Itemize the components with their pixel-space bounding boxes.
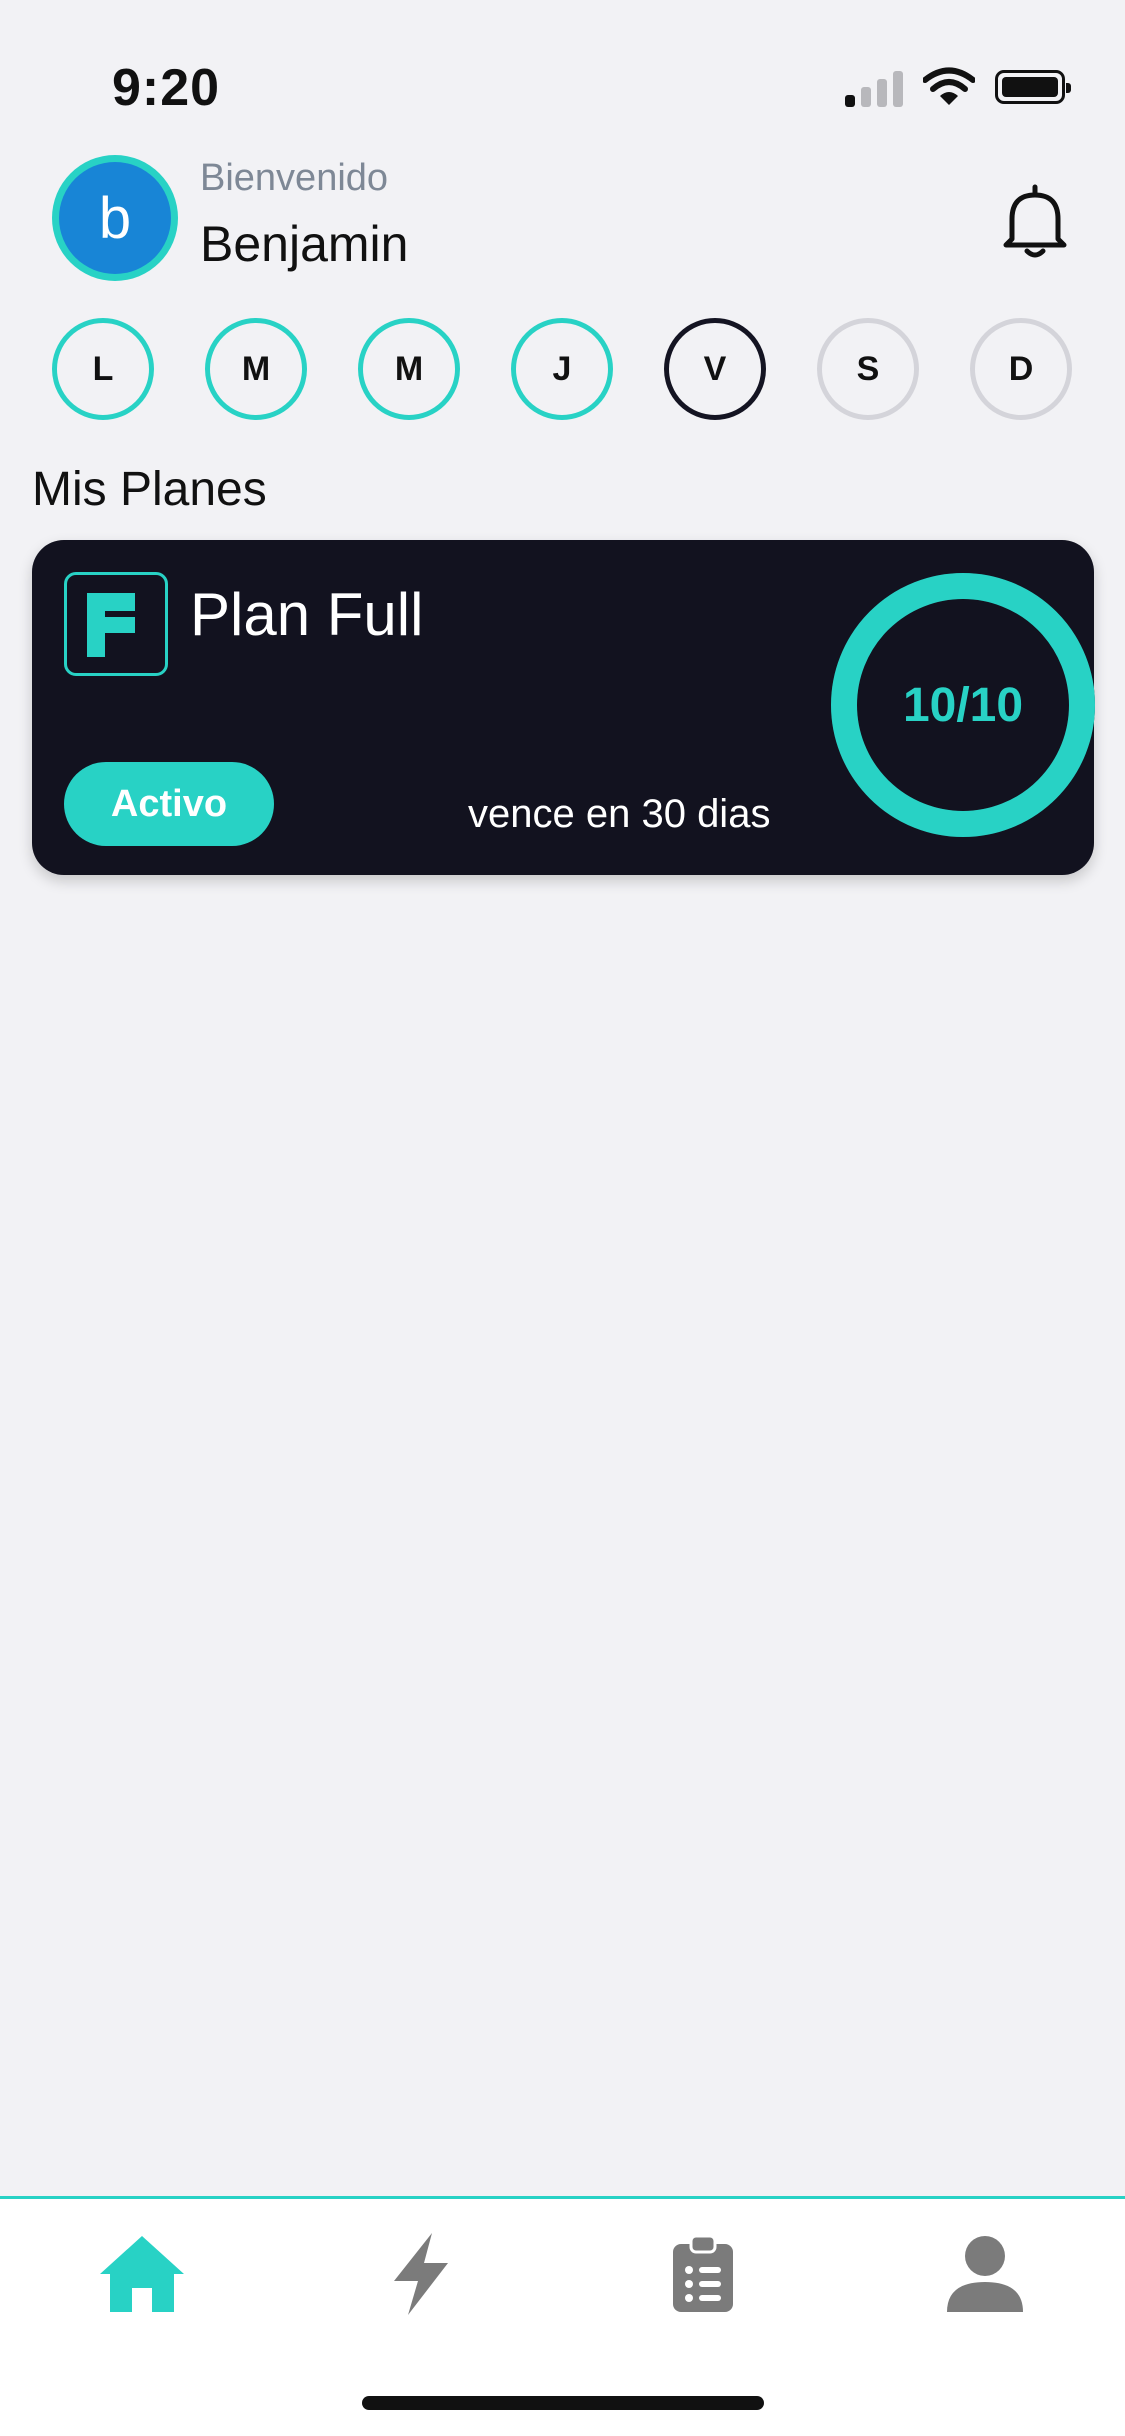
- plan-expiry: vence en 30 dias: [468, 792, 771, 836]
- tab-plans[interactable]: [643, 2219, 763, 2329]
- progress-label: 10/10: [902, 678, 1024, 732]
- plan-name: Plan Full: [190, 581, 424, 648]
- day-saturday[interactable]: S: [817, 318, 919, 420]
- status-icons: [845, 64, 1071, 110]
- status-bar: 9:20: [0, 0, 1125, 150]
- day-friday[interactable]: V: [664, 318, 766, 420]
- lightning-icon: [394, 2233, 448, 2315]
- user-icon: [947, 2236, 1023, 2312]
- home-icon: [100, 2236, 184, 2312]
- day-sunday[interactable]: D: [970, 318, 1072, 420]
- tab-profile[interactable]: [925, 2219, 1045, 2329]
- signal-icon: [845, 67, 903, 107]
- home-indicator: [362, 2396, 764, 2410]
- wifi-icon: [923, 67, 975, 105]
- day-thursday[interactable]: J: [511, 318, 613, 420]
- welcome-label: Bienvenido: [200, 157, 389, 199]
- status-time: 9:20: [112, 59, 221, 117]
- user-name: Benjamin: [200, 216, 409, 272]
- week-days: L M M J V S D: [52, 318, 1072, 420]
- welcome-header: b Bienvenido Benjamin: [52, 155, 1072, 285]
- tab-home[interactable]: [82, 2219, 202, 2329]
- day-monday[interactable]: L: [52, 318, 154, 420]
- battery-icon: [995, 70, 1071, 104]
- plan-card[interactable]: Plan Full Activo vence en 30 dias 10/10: [32, 540, 1095, 875]
- plans-section-title: Mis Planes: [32, 463, 267, 516]
- avatar[interactable]: b: [52, 155, 178, 281]
- day-wednesday[interactable]: M: [358, 318, 460, 420]
- tab-activity[interactable]: [361, 2219, 481, 2329]
- day-tuesday[interactable]: M: [205, 318, 307, 420]
- bell-icon[interactable]: [998, 183, 1072, 263]
- plan-logo-icon: [64, 572, 168, 676]
- status-badge: Activo: [64, 762, 274, 846]
- avatar-initial: b: [59, 162, 171, 274]
- clipboard-list-icon: [673, 2234, 733, 2312]
